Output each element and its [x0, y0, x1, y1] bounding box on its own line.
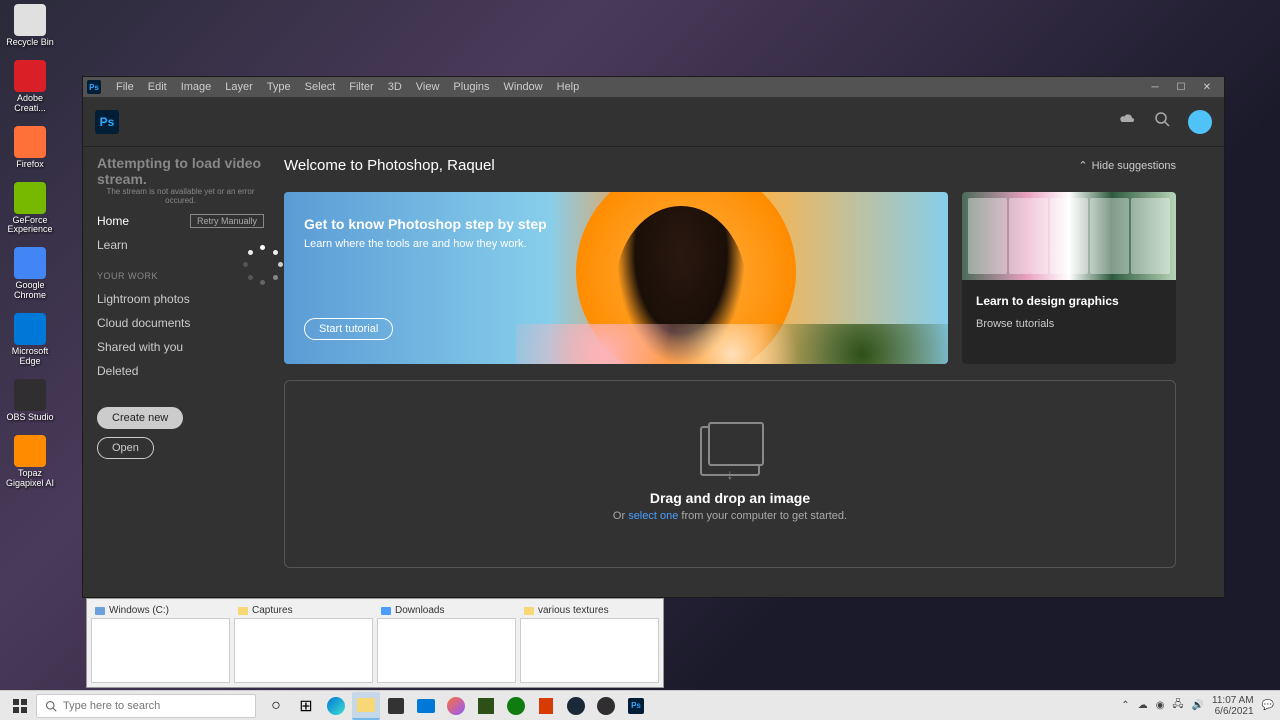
explorer-preview-captures[interactable]: Captures — [234, 603, 373, 683]
menu-filter[interactable]: Filter — [342, 81, 380, 93]
app-taskbar-icon[interactable] — [472, 692, 500, 720]
tray-network-icon[interactable]: 🖧 — [1172, 697, 1183, 714]
firefox-taskbar-icon[interactable] — [442, 692, 470, 720]
hide-suggestions-button[interactable]: ⌃ Hide suggestions — [1078, 159, 1176, 172]
chevron-up-icon: ⌃ — [1078, 159, 1087, 172]
desktop-icon-geforce[interactable]: GeForce Experience — [5, 182, 55, 236]
taskbar-search[interactable] — [36, 694, 256, 718]
title-bar[interactable]: Ps FileEditImageLayerTypeSelectFilter3DV… — [83, 77, 1224, 97]
office-taskbar-icon[interactable] — [532, 692, 560, 720]
explorer-preview-downloads[interactable]: Downloads — [377, 603, 516, 683]
xbox-taskbar-icon[interactable] — [502, 692, 530, 720]
tray-nvidia-icon[interactable]: ◉ — [1156, 700, 1165, 711]
ps-app-icon: Ps — [87, 80, 101, 94]
image-drop-icon — [700, 426, 760, 476]
menu-help[interactable]: Help — [550, 81, 587, 93]
sidebar-item-cloud-documents[interactable]: Cloud documents — [97, 311, 264, 335]
desktop-icon-topaz[interactable]: Topaz Gigapixel AI — [5, 435, 55, 489]
desktop-icon-chrome[interactable]: Google Chrome — [5, 247, 55, 301]
main-content: Welcome to Photoshop, Raquel ⌃ Hide sugg… — [278, 147, 1224, 597]
edge-taskbar-icon[interactable] — [322, 692, 350, 720]
search-icon — [45, 700, 57, 712]
photoshop-window: Ps FileEditImageLayerTypeSelectFilter3DV… — [82, 76, 1225, 598]
store-taskbar-icon[interactable] — [382, 692, 410, 720]
drop-subtitle: Or select one from your computer to get … — [613, 510, 847, 522]
nav-learn[interactable]: Learn — [97, 233, 264, 257]
desktop-icon-obs[interactable]: OBS Studio — [5, 379, 55, 423]
tray-onedrive-icon[interactable]: ☁ — [1138, 700, 1148, 711]
create-new-button[interactable]: Create new — [97, 407, 183, 429]
menu-select[interactable]: Select — [298, 81, 343, 93]
drop-title: Drag and drop an image — [650, 490, 810, 506]
open-button[interactable]: Open — [97, 437, 154, 459]
sidebar-item-lightroom-photos[interactable]: Lightroom photos — [97, 287, 264, 311]
loading-spinner — [243, 245, 283, 285]
drop-zone[interactable]: Drag and drop an image Or select one fro… — [284, 380, 1176, 568]
menu-layer[interactable]: Layer — [218, 81, 260, 93]
tray-chevron-icon[interactable]: ⌃ — [1121, 700, 1129, 711]
explorer-preview-windows-c-[interactable]: Windows (C:) — [91, 603, 230, 683]
tray-volume-icon[interactable]: 🔊 — [1192, 700, 1204, 711]
desktop-icon-firefox[interactable]: Firefox — [5, 126, 55, 170]
desktop-icon-recycle-bin[interactable]: Recycle Bin — [5, 4, 55, 48]
learn-graphics-card[interactable]: Learn to design graphics Browse tutorial… — [962, 192, 1176, 364]
menu-window[interactable]: Window — [497, 81, 550, 93]
menu-3d[interactable]: 3D — [381, 81, 409, 93]
app-header: Ps — [83, 97, 1224, 147]
start-tutorial-button[interactable]: Start tutorial — [304, 318, 393, 340]
hero-title: Get to know Photoshop step by step — [304, 216, 928, 232]
desktop-icon-adobe-cc[interactable]: Adobe Creati... — [5, 60, 55, 114]
menu-edit[interactable]: Edit — [141, 81, 174, 93]
menu-file[interactable]: File — [109, 81, 141, 93]
ps-logo[interactable]: Ps — [95, 110, 119, 134]
sidebar-item-deleted[interactable]: Deleted — [97, 359, 264, 383]
taskbar: ○ ⊞ Ps ⌃ ☁ ◉ 🖧 🔊 11:07 AM 6/6/2021 💬 — [0, 690, 1280, 720]
menu-plugins[interactable]: Plugins — [446, 81, 496, 93]
minimize-button[interactable]: ─ — [1142, 78, 1168, 96]
explorer-preview-various-textures[interactable]: various textures — [520, 603, 659, 683]
close-button[interactable]: ✕ — [1194, 78, 1220, 96]
tray-clock[interactable]: 11:07 AM 6/6/2021 — [1212, 695, 1254, 717]
card-thumbnail — [962, 192, 1176, 280]
menu-view[interactable]: View — [409, 81, 447, 93]
task-view-icon[interactable]: ⊞ — [292, 692, 320, 720]
hero-subtitle: Learn where the tools are and how they w… — [304, 238, 928, 250]
user-avatar[interactable] — [1188, 110, 1212, 134]
cortana-icon[interactable]: ○ — [262, 692, 290, 720]
mail-taskbar-icon[interactable] — [412, 692, 440, 720]
sidebar: Attempting to load video stream. The str… — [83, 147, 278, 597]
desktop-icon-edge[interactable]: Microsoft Edge — [5, 313, 55, 367]
card-title: Learn to design graphics — [962, 280, 1176, 308]
menu-image[interactable]: Image — [174, 81, 219, 93]
steam-taskbar-icon[interactable] — [562, 692, 590, 720]
obs-taskbar-icon[interactable] — [592, 692, 620, 720]
notifications-icon[interactable]: 💬 — [1262, 700, 1274, 711]
browse-tutorials-link[interactable]: Browse tutorials — [962, 308, 1176, 330]
start-button[interactable] — [6, 692, 34, 720]
sidebar-item-shared-with-you[interactable]: Shared with you — [97, 335, 264, 359]
search-icon[interactable] — [1154, 111, 1170, 132]
nav-home[interactable]: Home — [97, 209, 129, 233]
video-error-subtitle: The stream is not available yet or an er… — [97, 187, 264, 205]
explorer-previews: Windows (C:)CapturesDownloadsvarious tex… — [86, 598, 664, 688]
select-one-link[interactable]: select one — [628, 510, 678, 522]
welcome-heading: Welcome to Photoshop, Raquel — [284, 157, 495, 174]
search-input[interactable] — [63, 700, 247, 712]
video-error-title: Attempting to load video stream. — [97, 155, 264, 187]
explorer-taskbar-icon[interactable] — [352, 692, 380, 720]
menu-type[interactable]: Type — [260, 81, 298, 93]
hero-tutorial-card[interactable]: Get to know Photoshop step by step Learn… — [284, 192, 948, 364]
cloud-icon[interactable] — [1118, 112, 1136, 131]
maximize-button[interactable]: ☐ — [1168, 78, 1194, 96]
photoshop-taskbar-icon[interactable]: Ps — [622, 692, 650, 720]
retry-button[interactable]: Retry Manually — [190, 214, 264, 228]
section-your-work: YOUR WORK — [97, 271, 264, 281]
